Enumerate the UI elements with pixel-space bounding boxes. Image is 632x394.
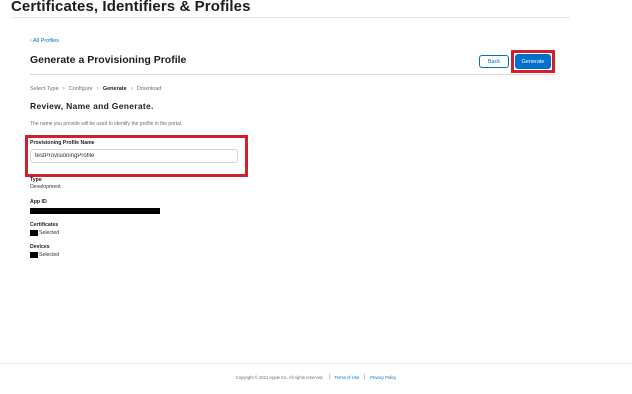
app-id-label: App ID [30, 199, 47, 205]
section-title: Generate a Provisioning Profile [30, 54, 187, 66]
certificates-label: Certificates [30, 222, 59, 228]
section-divider [30, 74, 555, 75]
footer-divider-mark [328, 374, 330, 380]
devices-selected-text: Selected [39, 252, 60, 258]
terms-of-use-link[interactable]: Terms of Use [335, 375, 360, 380]
certificates-value: Selected [30, 230, 59, 236]
footer-divider-mark [364, 374, 366, 380]
type-value: Development [30, 184, 61, 190]
chevron-right-icon: › [62, 85, 65, 92]
profile-name-input[interactable] [30, 149, 238, 163]
hint-text: The name you provide will be used to ide… [30, 121, 183, 127]
redacted-count-icon [30, 252, 38, 258]
privacy-policy-link[interactable]: Privacy Policy [370, 375, 396, 380]
step-download: Download [136, 85, 162, 92]
certificates-selected-text: Selected [39, 230, 60, 236]
step-generate: Generate [102, 85, 127, 92]
step-select-type: Select Type [30, 85, 59, 92]
app-id-redacted [30, 208, 160, 214]
redacted-count-icon [30, 230, 38, 236]
profile-name-label: Provisioning Profile Name [30, 140, 95, 146]
step-heading: Review, Name and Generate. [30, 101, 154, 111]
chevron-right-icon: › [96, 85, 99, 92]
footer-divider [0, 363, 632, 364]
generate-button[interactable]: Generate [515, 54, 551, 69]
chevron-right-icon: › [130, 85, 133, 92]
title-divider [11, 17, 570, 18]
devices-label: Devices [30, 244, 50, 250]
devices-value: Selected [30, 252, 59, 258]
page-title: Certificates, Identifiers & Profiles [11, 0, 251, 15]
step-breadcrumb: Select Type › Configure › Generate › Dow… [30, 85, 161, 92]
all-profiles-link[interactable]: ‹ All Profiles [30, 38, 59, 44]
copyright-text: Copyright © 2021 Apple Inc. All rights r… [235, 374, 324, 380]
back-button[interactable]: Back [479, 55, 509, 68]
type-label: Type [30, 177, 42, 183]
footer: Copyright © 2021 Apple Inc. All rights r… [0, 374, 632, 380]
step-configure: Configure [68, 85, 93, 92]
